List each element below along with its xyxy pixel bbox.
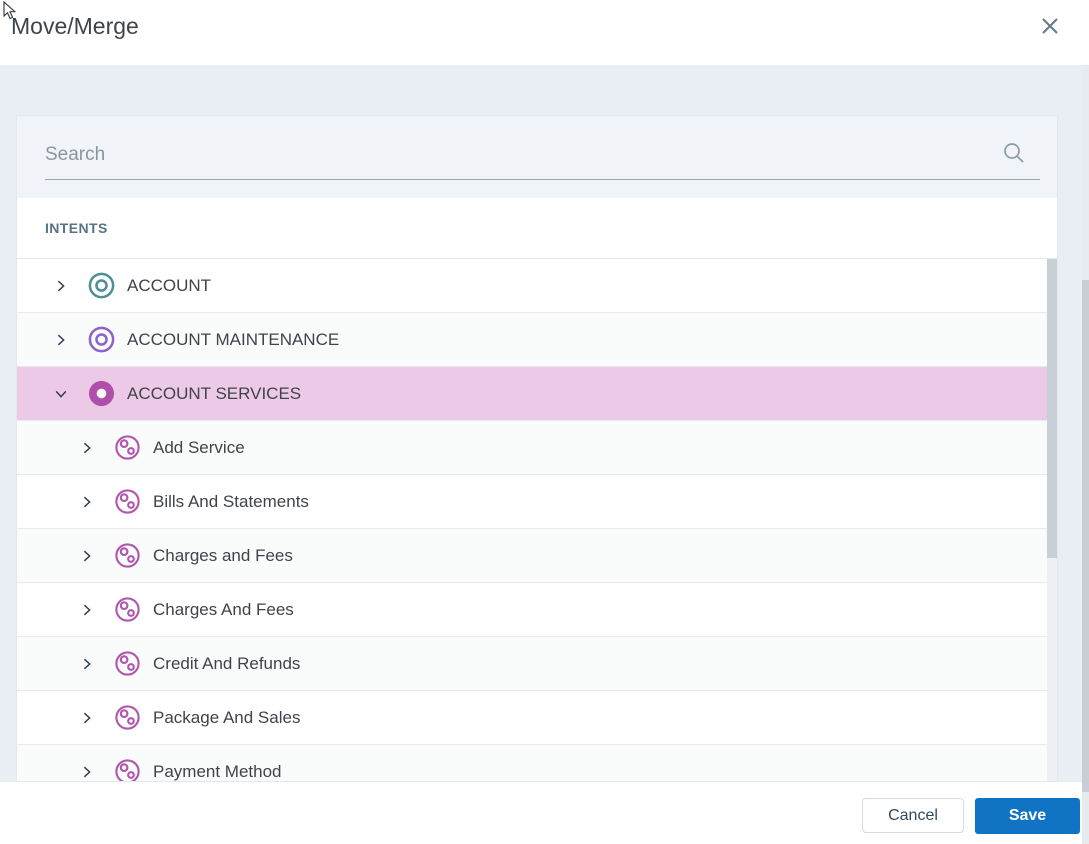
dialog-title: Move/Merge	[11, 13, 139, 39]
tree-row-label: Charges And Fees	[153, 599, 294, 619]
search-field-wrapper	[45, 132, 1040, 180]
list-section-header: INTENTS	[17, 198, 1057, 259]
tree-row-account[interactable]: ACCOUNT	[17, 259, 1049, 313]
search-input[interactable]	[45, 138, 961, 172]
tree-row-label: ACCOUNT MAINTENANCE	[127, 329, 340, 349]
sub-intent-icon	[115, 489, 140, 514]
tree-row-bills-and-statements[interactable]: Bills And Statements	[17, 475, 1049, 529]
sub-intent-icon	[115, 435, 140, 460]
save-button[interactable]: Save	[975, 798, 1080, 834]
tree-row-payment-method[interactable]: Payment Method	[17, 745, 1049, 781]
tree-row-charges-and-fees-lower[interactable]: Charges and Fees	[17, 529, 1049, 583]
sub-intent-icon	[115, 543, 140, 568]
intent-icon-selected	[88, 380, 115, 407]
cancel-button[interactable]: Cancel	[862, 798, 964, 833]
sub-intent-icon	[115, 597, 140, 622]
dialog-footer: Cancel Save	[0, 782, 1089, 844]
chevron-right-icon[interactable]	[53, 278, 69, 294]
page-scrollbar-thumb[interactable]	[1082, 280, 1089, 792]
chevron-right-icon[interactable]	[79, 656, 95, 672]
page-scrollbar-track[interactable]	[1082, 65, 1089, 844]
chevron-right-icon[interactable]	[79, 440, 95, 456]
tree-row-credit-and-refunds[interactable]: Credit And Refunds	[17, 637, 1049, 691]
tree-row-account-maintenance[interactable]: ACCOUNT MAINTENANCE	[17, 313, 1049, 367]
list-section-title: INTENTS	[45, 220, 108, 236]
tree-row-charges-and-fees-upper[interactable]: Charges And Fees	[17, 583, 1049, 637]
dialog-header: Move/Merge	[0, 0, 1089, 65]
tree-row-label: Payment Method	[153, 761, 282, 781]
sub-intent-icon	[115, 759, 140, 781]
tree-row-label: Bills And Statements	[153, 491, 309, 511]
chevron-right-icon[interactable]	[79, 764, 95, 780]
chevron-down-icon[interactable]	[53, 386, 69, 402]
mouse-cursor-icon	[1, 0, 19, 26]
intent-picker-panel: INTENTS ACCOUNT	[16, 115, 1058, 782]
tree-row-add-service[interactable]: Add Service	[17, 421, 1049, 475]
intent-icon	[88, 326, 115, 353]
tree-row-label: Add Service	[153, 437, 245, 457]
chevron-right-icon[interactable]	[79, 494, 95, 510]
list-scrollbar-track[interactable]	[1047, 259, 1057, 781]
intent-tree: ACCOUNT ACCOUNT MAINTENANCE ACCOUNT SERV…	[17, 259, 1057, 781]
chevron-right-icon[interactable]	[53, 332, 69, 348]
close-icon	[1039, 15, 1061, 40]
sub-intent-icon	[115, 705, 140, 730]
list-scrollbar-thumb[interactable]	[1047, 259, 1057, 558]
tree-row-label: Package And Sales	[153, 707, 301, 727]
search-icon	[1001, 140, 1027, 171]
tree-row-package-and-sales[interactable]: Package And Sales	[17, 691, 1049, 745]
tree-row-label: Credit And Refunds	[153, 653, 301, 673]
tree-row-label: Charges and Fees	[153, 545, 293, 565]
close-button[interactable]	[1038, 15, 1062, 39]
tree-row-label: ACCOUNT SERVICES	[127, 383, 302, 403]
search-section	[17, 116, 1057, 198]
chevron-right-icon[interactable]	[79, 548, 95, 564]
tree-row-label: ACCOUNT	[127, 275, 212, 295]
intent-icon	[88, 272, 115, 299]
chevron-right-icon[interactable]	[79, 602, 95, 618]
sub-intent-icon	[115, 651, 140, 676]
tree-row-account-services-selected[interactable]: ACCOUNT SERVICES	[17, 367, 1049, 421]
dialog-body: INTENTS ACCOUNT	[0, 65, 1089, 782]
chevron-right-icon[interactable]	[79, 710, 95, 726]
